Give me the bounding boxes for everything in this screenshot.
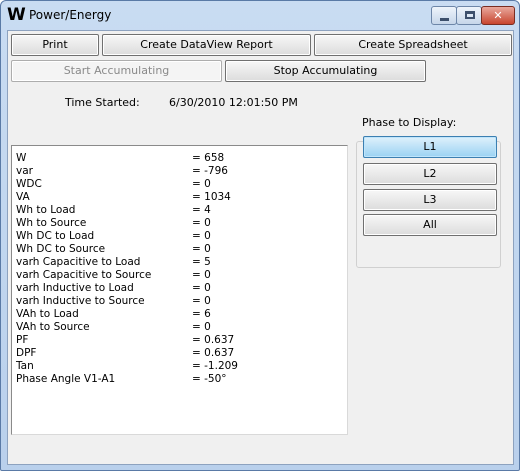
reading-name: Wh to Source [16,217,87,229]
readings-list[interactable]: W = 658 var = -796 WDC = 0 VA = 1034 Wh … [11,145,348,435]
reading-name: var [16,165,33,177]
reading-value: = 0 [192,178,211,190]
reading-name: VAh to Source [16,321,90,333]
phase-l3-button[interactable]: L3 [363,189,497,211]
time-started-value: 6/30/2010 12:01:50 PM [169,96,298,109]
minimize-icon [440,18,449,21]
reading-value: = 0.637 [192,334,235,346]
reading-name: Wh DC to Source [16,243,106,255]
client-area: Print Create DataView Report Create Spre… [7,30,514,465]
reading-value: = 0 [192,282,211,294]
reading-value: = 658 [192,152,225,164]
start-accumulating-button[interactable]: Start Accumulating [11,60,222,82]
reading-value: = 5 [192,256,211,268]
power-energy-window: W Power/Energy ✕ Print Create DataView R… [0,0,520,471]
reading-name: VA [16,191,30,203]
maximize-icon [465,11,475,19]
reading-name: WDC [16,178,42,190]
reading-value: = 0 [192,269,211,281]
reading-name: varh Capacitive to Load [16,256,141,268]
reading-name: Tan [16,360,34,372]
window-title: Power/Energy [29,8,112,22]
phase-l1-button[interactable]: L1 [363,136,497,158]
create-dataview-report-button[interactable]: Create DataView Report [102,34,311,56]
reading-value: = 0 [192,321,211,333]
reading-name: PF [16,334,29,346]
reading-name: VAh to Load [16,308,79,320]
reading-name: W [16,152,27,164]
reading-value: = 4 [192,204,211,216]
close-button[interactable]: ✕ [481,6,515,25]
reading-value: = 0.637 [192,347,235,359]
phase-l2-button[interactable]: L2 [363,163,497,185]
maximize-button[interactable] [456,6,482,25]
reading-name: DPF [16,347,37,359]
reading-value: = 0 [192,243,211,255]
reading-name: varh Capacitive to Source [16,269,152,281]
reading-value: = 0 [192,230,211,242]
reading-value: = 0 [192,295,211,307]
reading-value: = -50° [192,373,227,385]
reading-name: Wh to Load [16,204,76,216]
title-bar[interactable]: W Power/Energy ✕ [1,1,519,31]
close-icon: ✕ [493,9,503,22]
reading-value: = -1.209 [192,360,238,372]
reading-value: = 1034 [192,191,231,203]
reading-value: = 6 [192,308,211,320]
print-button[interactable]: Print [11,34,99,56]
time-started-label: Time Started: [65,96,140,109]
stop-accumulating-button[interactable]: Stop Accumulating [225,60,426,82]
reading-value: = 0 [192,217,211,229]
reading-name: Phase Angle V1-A1 [16,373,116,385]
phase-all-button[interactable]: All [363,214,497,236]
phase-to-display-label: Phase to Display: [362,116,457,129]
create-spreadsheet-button[interactable]: Create Spreadsheet [314,34,512,56]
reading-value: = -796 [192,165,228,177]
minimize-button[interactable] [431,6,457,25]
app-icon: W [7,5,26,25]
reading-name: varh Inductive to Load [16,282,134,294]
reading-name: Wh DC to Load [16,230,95,242]
reading-name: varh Inductive to Source [16,295,145,307]
